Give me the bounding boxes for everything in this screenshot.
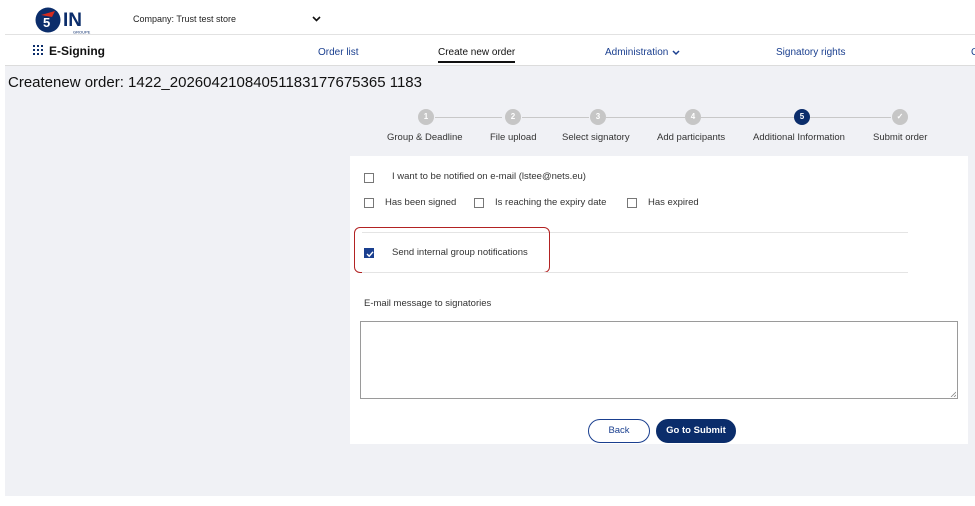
- step-connector: [810, 117, 891, 118]
- step-5-label: Additional Information: [753, 132, 845, 143]
- step-connector: [701, 117, 794, 118]
- step-2-circle: 2: [505, 109, 521, 125]
- step-connector: [606, 117, 685, 118]
- app-frame: 5 IN GROUPE Company: Trust test store E-…: [5, 4, 975, 496]
- step-3-label: Select signatory: [562, 132, 630, 143]
- nav-signatory-rights[interactable]: Signatory rights: [776, 47, 845, 58]
- go-to-submit-button[interactable]: Go to Submit: [656, 419, 736, 443]
- nav-more-clipped[interactable]: C: [971, 47, 975, 58]
- step-4-label: Add participants: [657, 132, 726, 143]
- has-expired-checkbox[interactable]: [627, 198, 637, 208]
- app-name: E-Signing: [49, 44, 105, 58]
- step-3-circle: 3: [590, 109, 606, 125]
- back-button[interactable]: Back: [588, 419, 650, 443]
- notify-email-checkbox[interactable]: [364, 173, 374, 183]
- chevron-down-icon[interactable]: [312, 15, 321, 23]
- resize-grip-icon[interactable]: [950, 391, 956, 397]
- step-1-label: Group & Deadline: [387, 132, 463, 143]
- svg-text:5: 5: [43, 15, 50, 30]
- step-2-label: File upload: [490, 132, 537, 143]
- internal-group-checkbox[interactable]: [364, 248, 374, 258]
- nav-administration[interactable]: Administration: [605, 47, 680, 58]
- nav-administration-label: Administration: [605, 47, 669, 58]
- has-been-signed-label: Has been signed: [385, 197, 457, 208]
- section-divider: [362, 272, 908, 273]
- logo-subtext: GROUPE: [73, 30, 91, 35]
- step-1-circle: 1: [418, 109, 434, 125]
- expiry-date-checkbox[interactable]: [474, 198, 484, 208]
- in-groupe-logo: 5 IN GROUPE: [35, 7, 91, 35]
- internal-group-label: Send internal group notifications: [392, 247, 528, 258]
- step-connector: [522, 117, 589, 118]
- email-message-textarea[interactable]: [360, 321, 958, 399]
- page-title: Createnew order: 1422_202604210840511831…: [8, 74, 422, 91]
- check-icon: [366, 251, 374, 258]
- email-message-label: E-mail message to signatories: [364, 298, 492, 309]
- app-grid-icon[interactable]: [33, 45, 43, 55]
- active-nav-indicator: [438, 61, 515, 63]
- additional-info-panel: I want to be notified on e-mail (lstee@n…: [350, 156, 968, 444]
- logo-text: IN: [63, 10, 82, 31]
- notify-email-label: I want to be notified on e-mail (lstee@n…: [392, 171, 586, 182]
- has-been-signed-checkbox[interactable]: [364, 198, 374, 208]
- step-5-circle: 5: [794, 109, 810, 125]
- has-expired-label: Has expired: [648, 197, 699, 208]
- nav-order-list[interactable]: Order list: [318, 47, 359, 58]
- step-submit-check-icon: ✓: [892, 109, 908, 125]
- chevron-down-icon: [672, 50, 680, 55]
- nav-create-new-order[interactable]: Create new order: [438, 47, 515, 58]
- company-selector[interactable]: Company: Trust test store: [133, 14, 236, 24]
- step-4-circle: 4: [685, 109, 701, 125]
- top-bar: 5 IN GROUPE Company: Trust test store: [5, 4, 975, 35]
- step-connector: [435, 117, 502, 118]
- expiry-date-label: Is reaching the expiry date: [495, 197, 607, 208]
- main-nav: E-Signing Order list Create new order Ad…: [5, 35, 975, 66]
- step-submit-label: Submit order: [873, 132, 928, 143]
